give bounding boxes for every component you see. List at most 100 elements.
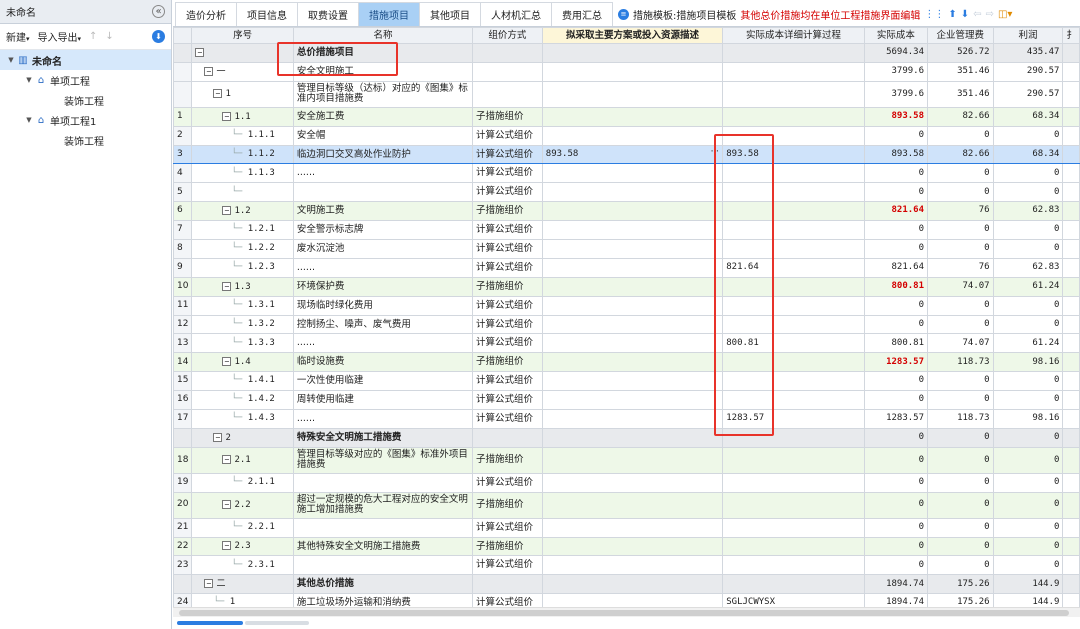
calc-process-cell[interactable] [722, 220, 865, 241]
table-row[interactable]: 12 └─ 1.3.2 控制扬尘、噪声、废气费用 计算公式组价 0 0 0 [173, 314, 1080, 335]
table-row[interactable]: 4 └─ 1.1.3...... 计算公式组价 0 0 0 [173, 163, 1080, 184]
tab-5[interactable]: 人材机汇总 [480, 2, 552, 26]
pricing-method-cell[interactable]: 计算公式组价 [472, 314, 543, 335]
table-row[interactable]: 9 └─ 1.2.3...... 计算公式组价 821.64 821.64 76 62.83 [173, 257, 1080, 278]
collapse-toggle-icon[interactable]: − [222, 205, 232, 215]
description-cell[interactable] [541, 106, 724, 127]
name-cell[interactable]: 现场临时绿化费用 [292, 295, 474, 316]
prev-icon[interactable]: ⇦ [973, 9, 981, 20]
description-cell[interactable] [541, 390, 724, 411]
column-header[interactable]: 组价方式 [472, 27, 543, 44]
collapse-toggle-icon[interactable]: − [222, 357, 232, 367]
description-cell[interactable] [541, 220, 724, 241]
pricing-method-cell[interactable] [472, 43, 543, 63]
move-down-icon[interactable]: ↓ [105, 31, 113, 42]
next-icon[interactable]: ⇨ [986, 9, 994, 20]
description-cell[interactable] [541, 125, 724, 146]
calc-process-cell[interactable] [722, 106, 865, 127]
table-row[interactable]: 5 └─ 计算公式组价 0 0 0 [173, 182, 1080, 203]
description-cell[interactable] [541, 257, 724, 278]
name-cell[interactable]: ...... [292, 163, 474, 184]
pricing-method-cell[interactable] [472, 574, 543, 595]
calc-process-cell[interactable] [722, 390, 865, 411]
calc-process-cell[interactable] [722, 295, 865, 316]
pricing-method-cell[interactable]: 计算公式组价 [472, 390, 543, 411]
collapse-toggle-icon[interactable]: − [222, 111, 232, 121]
description-cell[interactable] [541, 352, 724, 373]
name-cell[interactable] [292, 555, 474, 576]
horizontal-scrollbar[interactable] [173, 607, 1080, 617]
name-cell[interactable]: 一次性使用临建 [292, 371, 474, 392]
tab-0[interactable]: 造价分析 [175, 2, 237, 26]
description-cell[interactable] [541, 182, 724, 203]
table-row[interactable]: 18−2.1 管理目标等级对应的《图集》标准外项目措施费 子措施组价 0 0 0 [173, 446, 1080, 474]
description-cell[interactable] [541, 593, 724, 607]
ellipsis-button-icon[interactable]: ·· [709, 147, 720, 157]
name-cell[interactable]: 总价措施项目 [292, 43, 474, 63]
table-row[interactable]: 7 └─ 1.2.1 安全警示标志牌 计算公式组价 0 0 0 [173, 220, 1080, 241]
pricing-method-cell[interactable]: 计算公式组价 [472, 239, 543, 259]
name-cell[interactable]: 安全施工费 [292, 106, 474, 127]
calc-process-cell[interactable] [722, 276, 865, 297]
collapse-toggle-icon[interactable]: − [213, 89, 223, 99]
pricing-method-cell[interactable]: 计算公式组价 [472, 333, 543, 354]
calc-process-cell[interactable] [722, 536, 865, 557]
description-cell[interactable] [541, 574, 724, 595]
name-cell[interactable]: 安全帽 [292, 125, 474, 146]
pricing-method-cell[interactable] [472, 61, 543, 82]
description-cell[interactable] [541, 163, 724, 184]
pricing-method-cell[interactable]: 计算公式组价 [472, 371, 543, 392]
name-cell[interactable]: 周转使用临建 [292, 390, 474, 411]
name-cell[interactable]: ...... [292, 333, 474, 354]
table-row[interactable]: 22−2.3 其他特殊安全文明施工措施费 子措施组价 0 0 0 [173, 536, 1080, 557]
table-row[interactable]: 11 └─ 1.3.1 现场临时绿化费用 计算公式组价 0 0 0 [173, 295, 1080, 316]
column-header[interactable]: 利润 [992, 27, 1064, 44]
pricing-method-cell[interactable]: 子措施组价 [472, 276, 543, 297]
pricing-method-cell[interactable]: 计算公式组价 [472, 163, 543, 184]
table-row[interactable]: 24 └─ 1 施工垃圾场外运输和消纳费 计算公式组价 SGLJCWYSX 1894.74… [173, 593, 1080, 607]
tree-node[interactable]: ▼ ▥ 未命名 [0, 50, 171, 70]
column-settings-icon[interactable]: ⋮⋮ [924, 9, 944, 20]
collapse-toggle-icon[interactable]: − [204, 66, 214, 76]
name-cell[interactable] [292, 182, 474, 203]
collapse-toggle-icon[interactable]: − [222, 499, 232, 509]
calc-process-cell[interactable] [722, 371, 865, 392]
table-row[interactable]: 23 └─ 2.3.1 计算公式组价 0 0 0 [173, 555, 1080, 576]
table-row[interactable]: − 一安全文明施工 3799.6 351.46 290.57 [173, 61, 1080, 82]
pricing-method-cell[interactable]: 子措施组价 [472, 201, 543, 222]
import-export-button[interactable]: 导入导出▾ [38, 29, 82, 44]
collapse-toggle-icon[interactable]: − [222, 455, 232, 465]
name-cell[interactable]: 临时设施费 [292, 352, 474, 373]
expand-toggle-icon[interactable]: ▼ [6, 56, 16, 64]
name-cell[interactable]: 文明施工费 [292, 201, 474, 222]
column-header[interactable]: 实际成本 [863, 27, 929, 44]
name-cell[interactable]: 管理目标等级（达标）对应的《图集》标准内项目措施费 [292, 80, 474, 108]
description-cell[interactable] [541, 517, 724, 538]
calc-process-cell[interactable]: 821.64 [722, 257, 865, 278]
name-cell[interactable]: ...... [292, 257, 474, 278]
pricing-method-cell[interactable]: 子措施组价 [472, 536, 543, 557]
table-row[interactable]: − 二其他总价措施 1894.74 175.26 144.9 [173, 574, 1080, 595]
template-icon[interactable]: ≡ [618, 8, 629, 20]
description-cell[interactable] [541, 333, 724, 354]
expand-toggle-icon[interactable]: ▼ [24, 76, 34, 84]
calc-process-cell[interactable] [722, 163, 865, 184]
description-cell[interactable] [541, 472, 724, 493]
description-cell[interactable] [541, 314, 724, 335]
calc-process-cell[interactable] [722, 517, 865, 538]
expand-toggle-icon[interactable]: ▼ [24, 116, 34, 124]
calc-process-cell[interactable]: 1283.57 [722, 409, 865, 429]
name-cell[interactable]: 特殊安全文明施工措施费 [292, 427, 474, 448]
table-row[interactable]: 15 └─ 1.4.1 一次性使用临建 计算公式组价 0 0 0 [173, 371, 1080, 392]
description-cell[interactable] [541, 446, 724, 474]
pricing-method-cell[interactable]: 计算公式组价 [472, 295, 543, 316]
pricing-method-cell[interactable] [472, 80, 543, 108]
column-header[interactable]: 序号 [191, 27, 294, 44]
description-cell[interactable] [541, 276, 724, 297]
pricing-method-cell[interactable]: 计算公式组价 [472, 409, 543, 429]
table-row[interactable]: 1−1.1 安全施工费 子措施组价 893.58 82.66 68.34 [173, 106, 1080, 127]
column-header[interactable]: 拟采取主要方案或投入资源描述 [541, 27, 724, 44]
description-cell[interactable] [541, 80, 724, 108]
description-cell[interactable] [541, 201, 724, 222]
table-row[interactable]: 20−2.2 超过一定规模的危大工程对应的安全文明施工增加措施费 子措施组价 0 0 0 [173, 491, 1080, 519]
